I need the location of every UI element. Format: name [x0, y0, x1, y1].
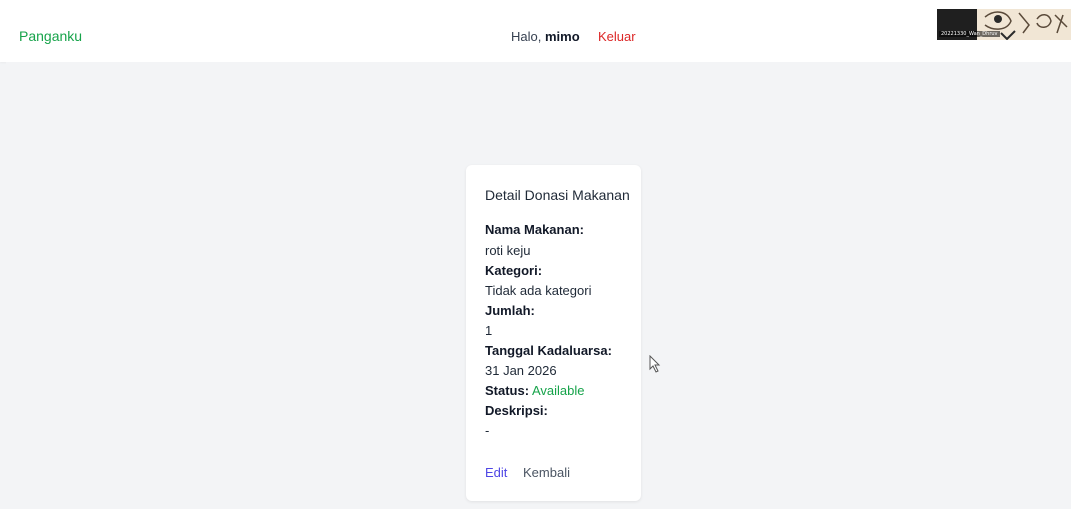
food-name-value: roti keju: [485, 243, 531, 258]
quantity-value: 1: [485, 323, 493, 338]
status-label: Status:: [485, 383, 530, 398]
expiry-date-value: 31 Jan 2026: [485, 363, 557, 378]
quantity-label: Jumlah:: [485, 303, 535, 318]
description-value: -: [485, 423, 490, 438]
edit-link[interactable]: Edit: [485, 465, 507, 480]
donation-detail-card: Detail Donasi Makanan Nama Makanan: roti…: [466, 165, 641, 501]
top-navbar: Panganku Halo, mimo Keluar 20221330_Wan_…: [0, 0, 1071, 62]
back-link[interactable]: Kembali: [523, 465, 570, 480]
category-label: Kategori:: [485, 263, 543, 278]
description-label: Deskripsi:: [485, 403, 548, 418]
greeting-prefix: Halo,: [511, 29, 545, 44]
expiry-date-label: Tanggal Kadaluarsa:: [485, 343, 612, 358]
food-name-label: Nama Makanan:: [485, 222, 584, 237]
webcam-overlay: 20221330_Wan_Dhruv: [937, 9, 1071, 40]
greeting-text: Halo, mimo: [511, 29, 580, 44]
brand-link[interactable]: Panganku: [19, 28, 82, 44]
card-title: Detail Donasi Makanan: [485, 187, 630, 203]
logout-link[interactable]: Keluar: [598, 29, 636, 44]
status-badge: Available: [531, 383, 585, 398]
username: mimo: [544, 29, 580, 44]
webcam-caption: 20221330_Wan_Dhruv: [939, 31, 1000, 37]
status-row: Status: Available: [485, 383, 585, 398]
mouse-pointer-icon: [649, 355, 661, 373]
category-value: Tidak ada kategori: [485, 283, 592, 298]
